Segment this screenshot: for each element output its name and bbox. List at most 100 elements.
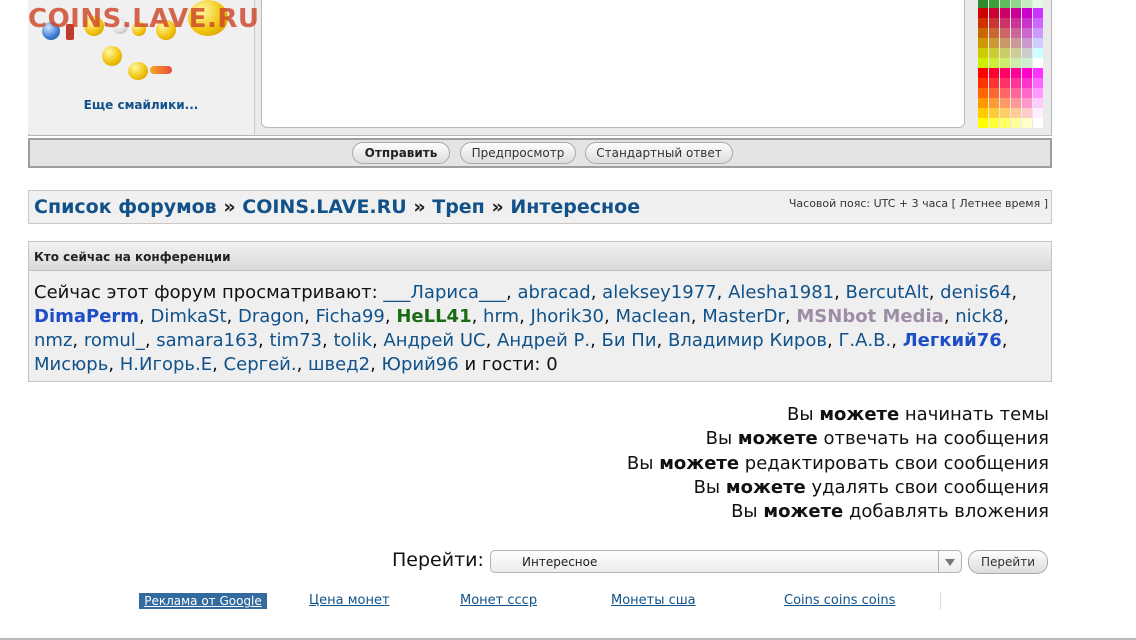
breadcrumb-trep[interactable]: Треп	[432, 196, 485, 218]
palette-swatch[interactable]	[1033, 38, 1043, 48]
palette-swatch[interactable]	[1022, 118, 1032, 128]
palette-swatch[interactable]	[1033, 98, 1043, 108]
palette-swatch[interactable]	[1000, 108, 1010, 118]
palette-swatch[interactable]	[978, 78, 988, 88]
online-user-link[interactable]: Легкий76	[903, 330, 1002, 351]
palette-swatch[interactable]	[989, 18, 999, 28]
palette-swatch[interactable]	[989, 38, 999, 48]
preview-button[interactable]: Предпросмотр	[460, 142, 576, 164]
online-user-link[interactable]: ___Лариса___	[383, 282, 506, 303]
palette-swatch[interactable]	[989, 48, 999, 58]
palette-swatch[interactable]	[1000, 8, 1010, 18]
online-user-link[interactable]: abracad	[517, 282, 590, 303]
palette-swatch[interactable]	[1022, 58, 1032, 68]
online-user-link[interactable]: Н.Игорь.Е	[120, 354, 212, 375]
palette-swatch[interactable]	[989, 108, 999, 118]
palette-swatch[interactable]	[989, 58, 999, 68]
palette-swatch[interactable]	[1011, 18, 1021, 28]
palette-swatch[interactable]	[978, 88, 988, 98]
footer-link-coins-coins[interactable]: Coins coins coins	[784, 593, 895, 608]
palette-swatch[interactable]	[1033, 28, 1043, 38]
palette-swatch[interactable]	[1011, 98, 1021, 108]
palette-swatch[interactable]	[1000, 18, 1010, 28]
palette-swatch[interactable]	[1033, 0, 1043, 8]
online-user-link[interactable]: tim73	[269, 330, 322, 351]
online-user-link[interactable]: Би Пи	[602, 330, 657, 351]
palette-swatch[interactable]	[1000, 88, 1010, 98]
palette-swatch[interactable]	[1033, 68, 1043, 78]
palette-swatch[interactable]	[1022, 38, 1032, 48]
online-user-link[interactable]: MacIean	[615, 306, 690, 327]
palette-swatch[interactable]	[1033, 78, 1043, 88]
palette-swatch[interactable]	[978, 8, 988, 18]
smiley-icon[interactable]	[102, 46, 122, 66]
footer-link-ussr-coins[interactable]: Монет ссср	[460, 593, 537, 608]
online-user-link[interactable]: Андрей UC	[383, 330, 485, 351]
palette-swatch[interactable]	[1000, 118, 1010, 128]
palette-swatch[interactable]	[1011, 118, 1021, 128]
online-user-link[interactable]: denis64	[940, 282, 1011, 303]
online-user-link[interactable]: nick8	[955, 306, 1003, 327]
online-user-link[interactable]: швед2	[308, 354, 370, 375]
palette-swatch[interactable]	[989, 68, 999, 78]
palette-swatch[interactable]	[1011, 38, 1021, 48]
palette-swatch[interactable]	[1022, 78, 1032, 88]
palette-swatch[interactable]	[1011, 48, 1021, 58]
palette-swatch[interactable]	[978, 0, 988, 8]
palette-swatch[interactable]	[1022, 108, 1032, 118]
online-user-link[interactable]: Dragon	[238, 306, 304, 327]
more-smileys-link[interactable]: Еще смайлики...	[50, 98, 232, 112]
message-textarea[interactable]	[261, 0, 965, 128]
online-user-link[interactable]: nmz	[34, 330, 72, 351]
palette-swatch[interactable]	[989, 88, 999, 98]
palette-swatch[interactable]	[978, 38, 988, 48]
online-user-link[interactable]: Jhorik30	[531, 306, 604, 327]
online-user-link[interactable]: Г.А.В.	[838, 330, 891, 351]
online-user-link[interactable]: romul_	[84, 330, 145, 351]
palette-swatch[interactable]	[989, 28, 999, 38]
chevron-down-icon[interactable]	[938, 551, 962, 572]
online-user-link[interactable]: Мисюрь	[34, 354, 108, 375]
palette-swatch[interactable]	[1022, 98, 1032, 108]
footer-link-usa-coins[interactable]: Монеты сша	[611, 593, 696, 608]
palette-swatch[interactable]	[1000, 38, 1010, 48]
palette-swatch[interactable]	[989, 8, 999, 18]
online-user-link[interactable]: samara163	[156, 330, 258, 351]
palette-swatch[interactable]	[1033, 8, 1043, 18]
palette-swatch[interactable]	[978, 28, 988, 38]
online-user-link[interactable]: Юрий96	[382, 354, 459, 375]
palette-swatch[interactable]	[1000, 48, 1010, 58]
footer-link-coin-price[interactable]: Цена монет	[309, 593, 390, 608]
palette-swatch[interactable]	[989, 98, 999, 108]
online-user-link[interactable]: Сергей.	[224, 354, 297, 375]
breadcrumb-site[interactable]: COINS.LAVE.RU	[242, 196, 406, 218]
online-user-link[interactable]: DimaPerm	[34, 306, 139, 327]
submit-button[interactable]: Отправить	[352, 142, 450, 164]
palette-swatch[interactable]	[1022, 0, 1032, 8]
jump-go-button[interactable]: Перейти	[968, 550, 1048, 574]
palette-swatch[interactable]	[1033, 118, 1043, 128]
palette-swatch[interactable]	[978, 18, 988, 28]
online-user-link[interactable]: HeLL41	[396, 306, 471, 327]
google-ad-label[interactable]: Реклама от Google	[139, 593, 267, 609]
palette-swatch[interactable]	[1000, 0, 1010, 8]
smiley-icon[interactable]	[128, 62, 148, 80]
palette-swatch[interactable]	[1011, 88, 1021, 98]
online-user-link[interactable]: DimkaSt	[151, 306, 227, 327]
palette-swatch[interactable]	[1000, 78, 1010, 88]
online-user-link[interactable]: Андрей Р.	[497, 330, 590, 351]
color-palette[interactable]	[978, 0, 1046, 130]
palette-swatch[interactable]	[1011, 108, 1021, 118]
online-user-link[interactable]: BercutAlt	[846, 282, 929, 303]
online-user-link[interactable]: Владимир Киров	[668, 330, 827, 351]
palette-swatch[interactable]	[1000, 98, 1010, 108]
palette-swatch[interactable]	[1033, 108, 1043, 118]
palette-swatch[interactable]	[1022, 68, 1032, 78]
palette-swatch[interactable]	[1022, 88, 1032, 98]
palette-swatch[interactable]	[989, 78, 999, 88]
palette-swatch[interactable]	[1011, 8, 1021, 18]
palette-swatch[interactable]	[1022, 48, 1032, 58]
palette-swatch[interactable]	[989, 0, 999, 8]
palette-swatch[interactable]	[1000, 28, 1010, 38]
palette-swatch[interactable]	[978, 118, 988, 128]
